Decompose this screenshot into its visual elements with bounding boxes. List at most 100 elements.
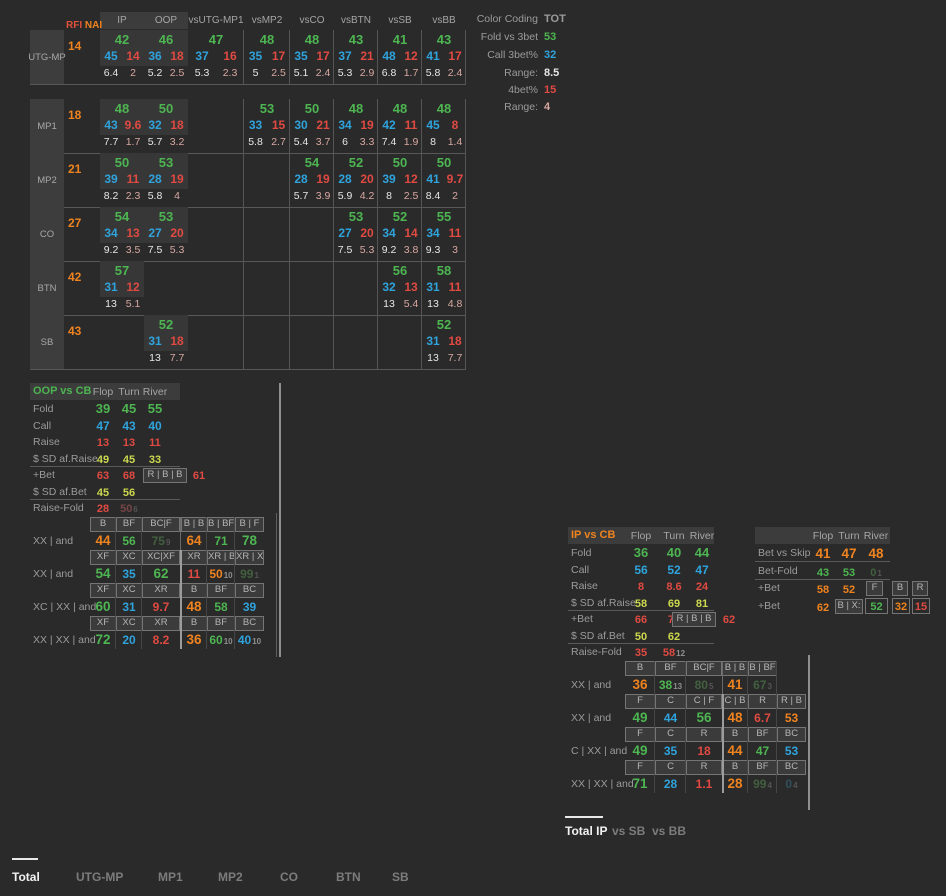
tab-mp2[interactable]: MP2 [218,870,243,884]
freq-value: 5.8 [422,67,444,79]
stat-row: Call474340 [30,418,280,434]
grid-rfi-value: 42 [68,270,98,284]
stat-value-subscript: 9 [166,538,170,547]
raise-value: 19 [166,172,188,186]
matrix-group-divider-bright [180,550,182,649]
grid-cell-fold-value: 48 [244,31,290,48]
matrix-col-divider [685,661,686,694]
call-value: 41 [422,49,444,63]
tab-total[interactable]: Total [12,870,40,884]
freq2-value: 1.9 [400,136,422,148]
stat-value: 0 [785,777,792,791]
freq-value: 5.7 [144,136,166,148]
call-value: 31 [100,280,122,294]
stat-value: 47 [695,563,708,577]
oop-vs-cb-table: OOP vs CBFlopTurnRiverFold394555Call4743… [30,383,282,663]
matrix-cell: 35 [655,743,686,759]
stat-value: 47 [96,419,109,433]
call-value: 28 [290,172,312,186]
matrix-header: C | F [686,694,722,709]
tab-utg-mp[interactable]: UTG-MP [76,870,123,884]
grid-cell-call-raise: 3413 [100,226,144,240]
stat-row-label: Raise [33,436,60,448]
grid-cell-call-raise: 3021 [290,118,334,132]
stat-cell: 28 [90,500,116,516]
matrix-header: XF [90,583,116,598]
freq-value: 9.2 [100,244,122,256]
matrix-col-divider [234,583,235,616]
stat-value: 50 [635,631,647,643]
poker-stats-window: RFI NAIIPOOPvsUTG-MP1vsMP2vsCOvsBTNvsSBv… [0,0,946,896]
stat-value: 52 [843,584,855,596]
stat-value: 18 [697,744,710,758]
stat-value: 35 [635,647,647,659]
grid-cell-call-raise: 3218 [144,118,188,132]
freq-value: 5.7 [290,190,312,202]
tab-mp1[interactable]: MP1 [158,870,183,884]
freq-value: 5 [244,67,267,79]
raise-value: 20 [166,226,188,240]
grid-col-header-OOP: OOP [144,15,188,26]
stat-value: 13 [123,437,135,449]
grid-cell-freqs: 5.12.4 [290,67,334,79]
stat-value-subscript: 5 [709,682,713,691]
tab-vs-bb[interactable]: vs BB [652,824,686,838]
matrix-cell: 53 [777,743,806,759]
raise-value: 20 [356,226,378,240]
stat-value: 78 [242,533,257,548]
matrix-cell: 48 [181,599,207,615]
grid-cell-fold-value: 53 [244,100,290,117]
grid-cell-freqs: 5.82.4 [422,67,466,79]
stat-value: 39 [96,401,110,416]
grid-cell-call-raise: 3111 [422,280,466,294]
grid-rfi-value: 43 [68,324,98,338]
matrix-header: C | B [722,694,748,709]
grid-cell-call-raise: 3112 [100,280,144,294]
matrix-cell: 11 [181,566,207,582]
freq2-value: 3.3 [356,136,378,148]
freq2-value: 2.7 [267,136,290,148]
stat-value: 49 [632,743,647,758]
matrix-cell: 28 [722,776,748,792]
raise-value: 15 [267,118,290,132]
grid-cell-call-raise: 4211 [378,118,422,132]
raise-value: 17 [267,49,290,63]
grid-cell-fold-value: 58 [422,262,466,279]
matrix-col-divider [747,760,748,793]
matrix-header: F [625,760,655,775]
freq-value: 5.4 [290,136,312,148]
grid-cell-freqs: 52.5 [244,67,290,79]
stat-cell: 5812 [661,644,687,660]
tab-btn[interactable]: BTN [336,870,361,884]
freq-value: 6.4 [100,67,122,79]
matrix-col-divider [776,694,777,727]
tab-sb[interactable]: SB [392,870,409,884]
tab-total-ip[interactable]: Total IP [565,824,607,838]
matrix-cell: 60 [90,599,116,615]
tab-vs-sb[interactable]: vs SB [612,824,645,838]
matrix-col-divider [685,727,686,760]
grid-cell-fold-value: 41 [378,31,422,48]
stat-value: 41 [815,546,830,561]
table-scrollbar[interactable] [279,383,281,657]
grid-row-label: UTG-MP [30,30,64,84]
stat-value: 8.2 [153,633,170,647]
bet-vs-skip-table: FlopTurnRiverBet vs Skip414748Bet-Fold43… [755,527,945,622]
grid-row-UTG-MP: UTG-MP144245146.424636185.22.54737165.32… [30,30,466,85]
stat-value: 48 [727,710,742,725]
matrix-cell: 04 [777,776,806,792]
matrix-header: XC [116,550,142,565]
raise-value: 11 [444,280,466,294]
matrix-cell: 62 [142,566,180,582]
stat-value: 45 [123,454,135,466]
raise-value: 13 [400,280,422,294]
matrix-cell: 9.7 [142,599,180,615]
stat-row: Raise-Fold28506 [30,500,280,516]
bvs-box-value: 52 [865,598,888,614]
table-scrollbar[interactable] [808,655,810,810]
stat-value-subscript: 1 [877,569,881,578]
grid-cell-freqs: 5.94.2 [334,190,378,202]
tab-co[interactable]: CO [280,870,298,884]
matrix-header: B | B [722,661,748,676]
stat-value: 49 [632,710,647,725]
